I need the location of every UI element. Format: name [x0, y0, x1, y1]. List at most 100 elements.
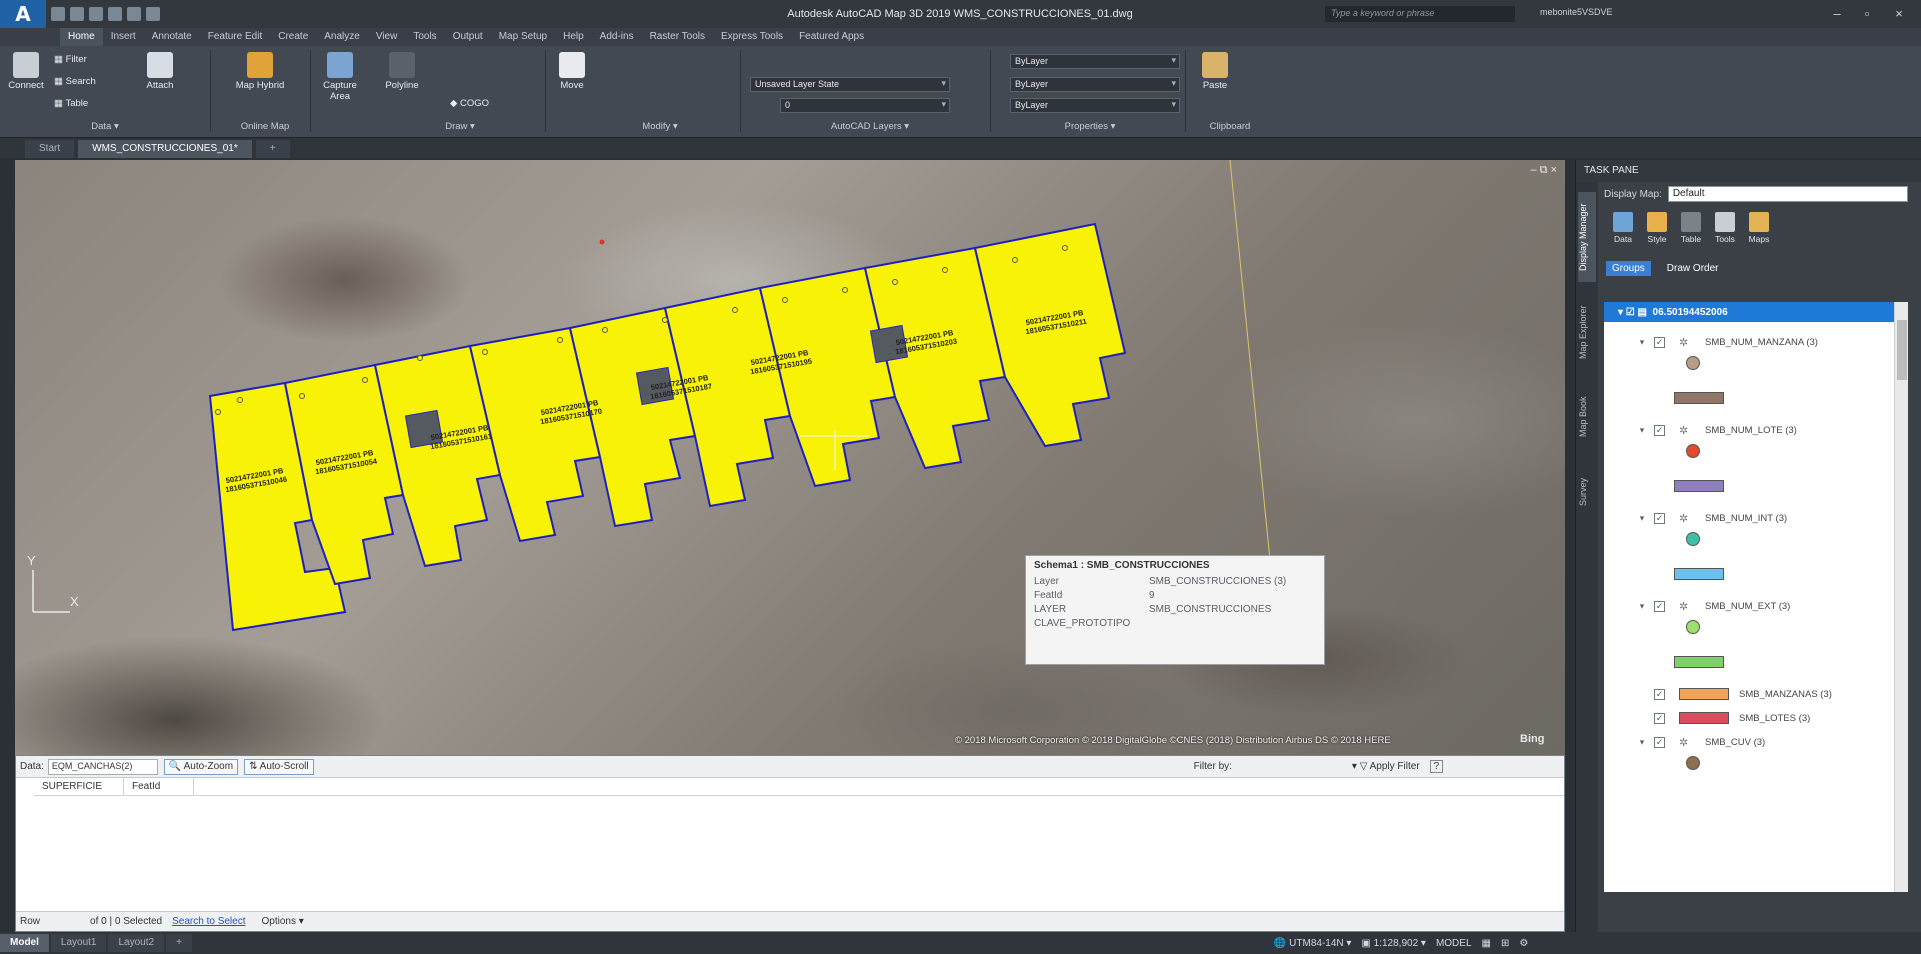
color-dropdown[interactable]: ByLayer [1010, 54, 1180, 69]
maps-tool-button[interactable]: Maps [1742, 206, 1776, 256]
layer-list-scrollbar[interactable] [1894, 302, 1908, 892]
vtab-survey[interactable]: Survey [1578, 462, 1596, 522]
help-search-input[interactable]: Type a keyword or phrase [1325, 6, 1515, 22]
lineweight-dropdown[interactable]: ByLayer [1010, 98, 1180, 113]
ribbon-tab-help[interactable]: Help [555, 28, 592, 46]
vtab-map-book[interactable]: Map Book [1578, 382, 1596, 452]
ribbon-tab-tools[interactable]: Tools [405, 28, 444, 46]
layer-group-root[interactable]: ▾ ☑ ▤ 06.50194452006 [1604, 302, 1908, 322]
auto-zoom-button[interactable]: 🔍 Auto-Zoom [163, 758, 239, 775]
table-button[interactable]: ▦ Table [54, 98, 88, 109]
layer-row[interactable]: ✓ SMB_MANZANAS (3) [1604, 684, 1894, 704]
user-name[interactable]: mebonite5VSDVE [1540, 7, 1613, 17]
layout-tab-layout2[interactable]: Layout2 [108, 934, 165, 952]
ribbon-tab-featured-apps[interactable]: Featured Apps [791, 28, 872, 46]
layout-tab-layout1[interactable]: Layout1 [50, 934, 107, 952]
linetype-dropdown[interactable]: ByLayer [1010, 77, 1180, 92]
settings-icon[interactable]: ⚙ [1519, 938, 1528, 949]
move-button[interactable]: Move [552, 52, 592, 91]
table-tool-button[interactable]: Table [1674, 206, 1708, 256]
connect-button[interactable]: Connect [6, 52, 46, 91]
display-map-select[interactable]: Default [1667, 186, 1908, 202]
auto-scroll-button[interactable]: ⇅ Auto-Scroll [244, 758, 314, 775]
expand-chevron-icon[interactable]: ▾ [1634, 601, 1650, 612]
panel-title-data[interactable]: Data ▾ [60, 121, 150, 132]
layout-tab-model[interactable]: Model [0, 934, 49, 952]
vtab-map-explorer[interactable]: Map Explorer [1578, 292, 1596, 372]
paste-button[interactable]: Paste [1195, 52, 1235, 91]
layer-row[interactable]: ✓ SMB_LOTES (3) [1604, 708, 1894, 728]
layer-row[interactable]: ▾ ✓ ✲ SMB_NUM_MANZANA (3) [1604, 332, 1894, 352]
layer-visibility-checkbox[interactable]: ✓ [1654, 336, 1665, 348]
app-logo-icon[interactable]: A [0, 0, 46, 28]
viewport-controls[interactable]: – ⧉ × [1530, 164, 1557, 177]
ribbon-tab-insert[interactable]: Insert [103, 28, 144, 46]
map-hybrid-button[interactable]: Map Hybrid [230, 52, 290, 91]
save-icon[interactable] [89, 7, 103, 21]
ribbon-tab-annotate[interactable]: Annotate [144, 28, 200, 46]
new-tab-icon[interactable]: + [255, 140, 290, 158]
ribbon-tab-analyze[interactable]: Analyze [316, 28, 368, 46]
current-layer-dropdown[interactable]: 0 [780, 98, 950, 113]
attach-button[interactable]: Attach [140, 52, 180, 91]
doc-tab-start[interactable]: Start [25, 140, 75, 158]
grid-icon[interactable]: ▦ [1482, 938, 1491, 949]
close-icon[interactable]: × [1887, 4, 1911, 24]
panel-title-properties[interactable]: Properties ▾ [1030, 121, 1150, 132]
expand-chevron-icon[interactable]: ▾ [1634, 337, 1650, 348]
new-file-icon[interactable] [51, 7, 65, 21]
ribbon-tab-output[interactable]: Output [445, 28, 491, 46]
print-icon[interactable] [108, 7, 122, 21]
ribbon-tab-express-tools[interactable]: Express Tools [713, 28, 791, 46]
layer-row[interactable]: ▾ ✓ ✲ SMB_NUM_EXT (3) [1604, 596, 1894, 616]
scale-select[interactable]: ▣ 1:128,902 ▾ [1361, 938, 1426, 949]
undo-icon[interactable] [127, 7, 141, 21]
polyline-button[interactable]: Polyline [380, 52, 424, 91]
lot-polygon[interactable] [973, 222, 1127, 448]
filter-button[interactable]: ▦ Filter [54, 54, 87, 65]
data-tool-button[interactable]: Data [1606, 206, 1640, 256]
search-button[interactable]: ▦ Search [54, 76, 96, 87]
ribbon-tab-home[interactable]: Home [60, 28, 103, 46]
layer-visibility-checkbox[interactable]: ✓ [1654, 512, 1665, 524]
ribbon-tab-create[interactable]: Create [270, 28, 316, 46]
search-to-select-link[interactable]: Search to Select [172, 916, 245, 927]
minimize-icon[interactable]: – [1825, 4, 1849, 24]
coord-system-select[interactable]: 🌐 UTM84-14N ▾ [1274, 938, 1352, 949]
options-menu[interactable]: Options ▾ [261, 916, 303, 927]
redo-icon[interactable] [146, 7, 160, 21]
ribbon-tab-feature-edit[interactable]: Feature Edit [200, 28, 270, 46]
layer-row[interactable]: ▾ ✓ ✲ SMB_NUM_INT (3) [1604, 508, 1894, 528]
column-header-superficie[interactable]: SUPERFICIE [34, 777, 124, 796]
style-tool-button[interactable]: Style [1640, 206, 1674, 256]
layer-visibility-checkbox[interactable]: ✓ [1654, 424, 1665, 436]
snap-icon[interactable]: ⊞ [1501, 938, 1509, 949]
drawing-viewport[interactable]: 50214722001 PB181605371510046 50214722001… [15, 160, 1565, 755]
layer-visibility-checkbox[interactable]: ✓ [1654, 688, 1665, 700]
layer-visibility-checkbox[interactable]: ✓ [1654, 736, 1665, 748]
panel-title-autocad-layers[interactable]: AutoCAD Layers ▾ [800, 121, 940, 132]
ribbon-tab-raster-tools[interactable]: Raster Tools [642, 28, 713, 46]
maximize-icon[interactable]: ▫ [1855, 4, 1879, 24]
expand-chevron-icon[interactable]: ▾ [1634, 737, 1650, 748]
expand-chevron-icon[interactable]: ▾ [1634, 513, 1650, 524]
scrollbar-thumb[interactable] [1897, 320, 1907, 380]
vtab-display-manager[interactable]: Display Manager [1578, 192, 1596, 282]
groups-button[interactable]: Groups [1606, 260, 1651, 276]
layer-row[interactable]: ▾ ✓ ✲ SMB_NUM_LOTE (3) [1604, 420, 1894, 440]
column-header-featid[interactable]: FeatId [124, 777, 194, 796]
open-file-icon[interactable] [70, 7, 84, 21]
layer-row[interactable]: ▾ ✓ ✲ SMB_CUV (3) [1604, 732, 1894, 752]
help-icon[interactable]: ? [1429, 760, 1444, 773]
layer-visibility-checkbox[interactable]: ✓ [1654, 600, 1665, 612]
add-layout-tab[interactable]: + [166, 934, 192, 952]
ribbon-tab-map-setup[interactable]: Map Setup [491, 28, 555, 46]
apply-filter-button[interactable]: ▾ ▽ Apply Filter [1352, 761, 1420, 772]
cogo-button[interactable]: ◆ COGO [450, 98, 489, 109]
tools-tool-button[interactable]: Tools [1708, 206, 1742, 256]
layer-state-dropdown[interactable]: Unsaved Layer State [750, 77, 950, 92]
layer-list[interactable]: ▾ ☑ ▤ 06.50194452006 ▾ ✓ ✲ SMB_NUM_MANZA… [1604, 302, 1908, 892]
lots-drawing[interactable]: 50214722001 PB18160537151004650214722001… [15, 160, 1565, 755]
ribbon-tab-add-ins[interactable]: Add-ins [592, 28, 642, 46]
ribbon-tab-view[interactable]: View [368, 28, 406, 46]
